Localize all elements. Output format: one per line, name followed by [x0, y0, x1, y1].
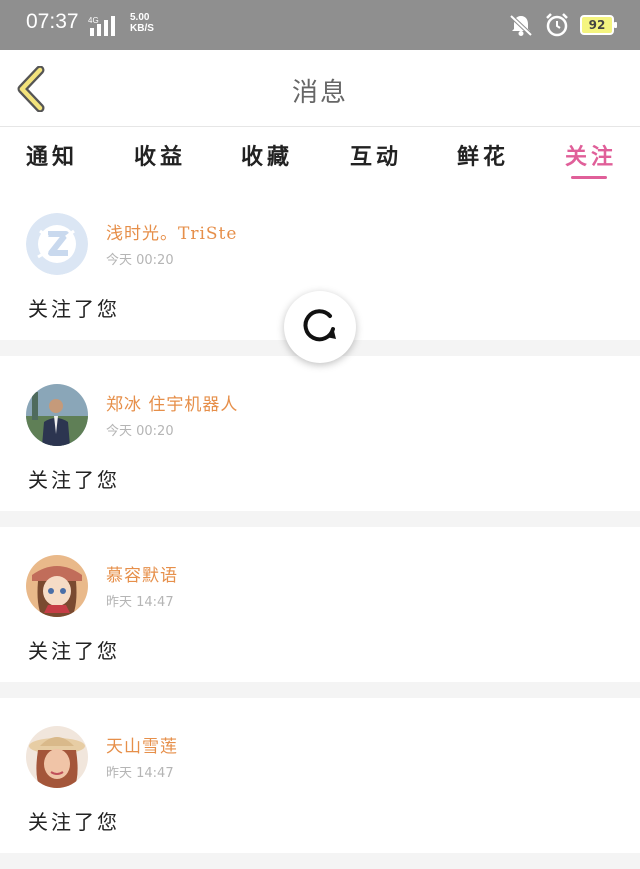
speed-unit: KB/S	[130, 23, 154, 34]
network-speed: 5.00 KB/S	[130, 12, 154, 34]
message-text: 关注了您	[28, 639, 120, 663]
refresh-icon	[303, 309, 336, 342]
active-tab-indicator	[571, 176, 607, 179]
user-name[interactable]: 浅时光。TriSte	[106, 219, 237, 244]
tab-interactions[interactable]: 互动	[350, 139, 402, 171]
user-name[interactable]: 郑冰 住宇机器人	[106, 390, 238, 415]
avatar[interactable]	[26, 555, 88, 617]
message-text: 关注了您	[28, 468, 120, 492]
status-bar: 07:37 4G 5.00 KB/S 92	[0, 0, 640, 50]
header: 消息	[0, 50, 640, 126]
message-text: 关注了您	[28, 810, 120, 834]
avatar[interactable]	[26, 726, 88, 788]
alarm-icon	[546, 13, 568, 37]
timestamp: 昨天 14:47	[106, 766, 174, 781]
avatar[interactable]	[26, 384, 88, 446]
timestamp: 昨天 14:47	[106, 595, 174, 610]
network-type: 4G	[88, 16, 99, 25]
timestamp: 今天 00:20	[106, 424, 174, 439]
user-name[interactable]: 慕容默语	[106, 561, 178, 586]
status-right: 92	[508, 12, 617, 38]
avatar[interactable]	[26, 213, 88, 275]
tab-following[interactable]: 关注	[565, 139, 617, 171]
follow-item[interactable]: 慕容默语 昨天 14:47 关注了您	[0, 527, 640, 682]
tab-notifications[interactable]: 通知	[26, 139, 78, 171]
battery-indicator: 92	[580, 15, 617, 35]
tab-flowers[interactable]: 鲜花	[457, 139, 509, 171]
speed-value: 5.00	[130, 12, 150, 23]
tab-favorites[interactable]: 收藏	[241, 139, 293, 171]
mute-bell-icon	[509, 14, 533, 37]
tab-earnings[interactable]: 收益	[134, 139, 186, 171]
page-title: 消息	[291, 78, 348, 108]
follow-item[interactable]: 天山雪莲 昨天 14:47 关注了您	[0, 698, 640, 853]
tab-bar: 通知 收益 收藏 互动 鲜花 关注	[0, 126, 640, 185]
message-text: 关注了您	[28, 297, 120, 321]
follow-item[interactable]: 郑冰 住宇机器人 今天 00:20 关注了您	[0, 356, 640, 511]
status-time: 07:37	[26, 10, 79, 33]
refresh-button[interactable]	[284, 291, 356, 363]
timestamp: 今天 00:20	[106, 253, 174, 268]
user-name[interactable]: 天山雪莲	[106, 732, 178, 757]
signal-icon: 4G	[88, 16, 115, 36]
